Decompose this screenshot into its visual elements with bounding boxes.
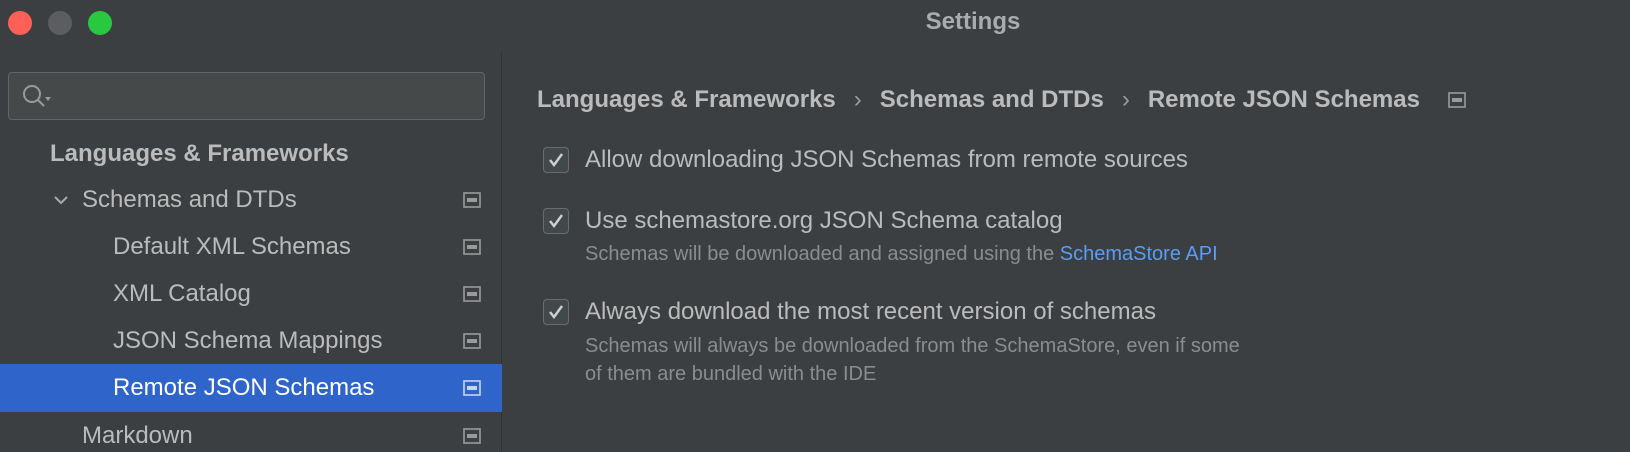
sidebar-item-label: XML Catalog <box>113 280 251 307</box>
allow-remote-label[interactable]: Allow downloading JSON Schemas from remo… <box>585 145 1188 175</box>
project-settings-icon <box>463 239 481 255</box>
window-title: Settings <box>925 8 1021 35</box>
sidebar-item-markdown[interactable]: Markdown <box>0 412 502 452</box>
schemastore-description: Schemas will be downloaded and assigned … <box>585 240 1218 268</box>
settings-window: Settings Languages & Frameworks Schemas … <box>0 0 1630 452</box>
sidebar-item-label: Markdown <box>82 422 193 449</box>
recent-description-line-2: of them are bundled with the IDE <box>585 363 877 385</box>
check-icon <box>549 214 563 228</box>
project-settings-icon <box>463 333 481 349</box>
sidebar-item-remote-json-schemas[interactable]: Remote JSON Schemas <box>0 364 502 412</box>
schemastore-label[interactable]: Use schemastore.org JSON Schema catalog <box>585 206 1063 236</box>
check-icon <box>549 305 563 319</box>
project-settings-icon <box>1448 92 1466 108</box>
breadcrumb-separator: › <box>853 86 862 113</box>
sidebar-item-label: JSON Schema Mappings <box>113 327 383 354</box>
breadcrumb-separator: › <box>1121 86 1130 113</box>
sidebar-item-xml-catalog[interactable]: XML Catalog <box>0 270 502 318</box>
project-settings-icon <box>463 192 481 208</box>
sidebar-item-languages-frameworks[interactable]: Languages & Frameworks <box>0 130 502 178</box>
project-settings-icon <box>463 380 481 396</box>
sidebar-item-label: Schemas and DTDs <box>82 186 297 213</box>
sidebar-item-json-schema-mappings[interactable]: JSON Schema Mappings <box>0 317 502 365</box>
breadcrumb: Languages & Frameworks › Schemas and DTD… <box>537 80 1466 120</box>
chevron-down-icon[interactable] <box>52 192 70 208</box>
recent-checkbox[interactable] <box>543 299 569 325</box>
project-settings-icon <box>463 428 481 444</box>
breadcrumb-item[interactable]: Languages & Frameworks <box>537 86 836 114</box>
check-icon <box>549 153 563 167</box>
search-icon <box>23 85 51 107</box>
search-input[interactable] <box>8 72 485 120</box>
allow-remote-checkbox[interactable] <box>543 147 569 173</box>
recent-label[interactable]: Always download the most recent version … <box>585 297 1156 327</box>
sidebar-item-label: Languages & Frameworks <box>50 140 349 167</box>
sidebar-item-default-xml-schemas[interactable]: Default XML Schemas <box>0 223 502 271</box>
project-settings-icon <box>463 286 481 302</box>
title-bar: Settings <box>0 0 1630 44</box>
breadcrumb-item[interactable]: Schemas and DTDs <box>880 86 1104 114</box>
schemastore-description-text: Schemas will be downloaded and assigned … <box>585 243 1060 265</box>
recent-description-line-1: Schemas will always be downloaded from t… <box>585 335 1240 357</box>
sidebar-item-label: Default XML Schemas <box>113 233 351 260</box>
sidebar-item-label: Remote JSON Schemas <box>113 374 375 401</box>
sidebar-item-schemas-dtds[interactable]: Schemas and DTDs <box>0 176 502 224</box>
breadcrumb-item: Remote JSON Schemas <box>1147 86 1420 113</box>
settings-sidebar: Languages & Frameworks Schemas and DTDs … <box>0 52 502 452</box>
schemastore-checkbox[interactable] <box>543 208 569 234</box>
settings-content: Languages & Frameworks › Schemas and DTD… <box>503 52 1630 452</box>
schemastore-api-link[interactable]: SchemaStore API <box>1060 243 1218 265</box>
